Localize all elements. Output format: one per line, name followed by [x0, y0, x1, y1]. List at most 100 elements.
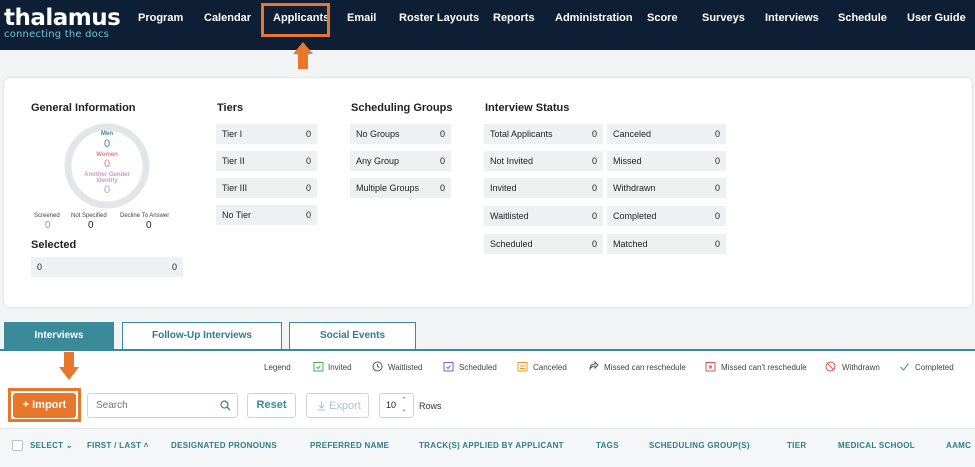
legend-invited: Invited [328, 363, 352, 372]
nav-roster-layouts[interactable]: Roster Layouts [399, 12, 479, 24]
select-all-checkbox[interactable] [12, 440, 23, 451]
status-row: Waitlisted 0 [484, 206, 603, 226]
tab-follow-up-interviews[interactable]: Follow-Up Interviews [122, 322, 282, 350]
pointer-arrow-down-stem [64, 352, 74, 368]
pointer-arrow-down [59, 367, 79, 380]
status-label: Total Applicants [490, 129, 553, 139]
header-tracks-applied[interactable]: TRACK(S) APPLIED BY APPLICANT [419, 441, 564, 450]
tab-social-events[interactable]: Social Events [289, 322, 416, 350]
scheduling-groups-title: Scheduling Groups [351, 102, 453, 114]
screened-label: Screened [34, 213, 60, 219]
header-tags[interactable]: TAGS [596, 441, 619, 450]
decline-to-answer-label: Decline To Answer [120, 213, 170, 219]
reschedule-arrow-icon [589, 361, 599, 371]
header-tier[interactable]: TIER [787, 441, 806, 450]
status-row: Matched 0 [607, 234, 726, 254]
rows-per-page-select[interactable]: 10 ⌃ ⌄ [379, 393, 414, 418]
nav-schedule[interactable]: Schedule [838, 12, 887, 24]
reset-button[interactable]: Reset [247, 393, 296, 418]
status-label: Canceled [613, 129, 652, 139]
nav-program[interactable]: Program [138, 12, 183, 24]
withdrawn-icon [825, 361, 836, 372]
status-label: Matched [613, 239, 648, 249]
status-value: 0 [714, 156, 720, 166]
header-preferred-name[interactable]: PREFERRED NAME [310, 441, 389, 450]
not-specified-value: 0 [88, 220, 94, 231]
legend-scheduled: Scheduled [459, 363, 497, 372]
status-label: Scheduled [490, 239, 533, 249]
sort-up-icon: ˄ [141, 441, 149, 450]
tier-value: 0 [305, 129, 311, 139]
search-icon[interactable] [220, 400, 231, 411]
status-value: 0 [714, 239, 720, 249]
status-row: Scheduled 0 [484, 234, 603, 254]
another-gender-value: 0 [103, 184, 111, 196]
interview-status-title: Interview Status [485, 102, 570, 114]
tab-interviews[interactable]: Interviews [4, 322, 114, 350]
legend-canceled: Canceled [533, 363, 567, 372]
nav-surveys[interactable]: Surveys [702, 12, 745, 24]
status-value: 0 [591, 129, 597, 139]
nav-score[interactable]: Score [647, 12, 678, 24]
status-row: Completed 0 [607, 206, 726, 226]
status-row: Withdrawn 0 [607, 178, 726, 198]
calendar-check-icon [313, 362, 324, 372]
selected-row: 0 0 [31, 257, 183, 277]
nav-interviews[interactable]: Interviews [765, 12, 819, 24]
scheduling-group-label: Multiple Groups [356, 183, 420, 193]
search-box [87, 393, 238, 418]
calendar-missed-icon [705, 362, 716, 372]
tier-label: No Tier [222, 210, 252, 220]
calendar-scheduled-icon [443, 362, 454, 372]
stepper-arrows-icon[interactable]: ⌃ ⌄ [401, 396, 407, 414]
tier-value: 0 [305, 210, 311, 220]
general-information-title: General Information [31, 102, 136, 114]
nav-user-guide[interactable]: User Guide [907, 12, 966, 24]
download-icon [317, 401, 326, 411]
legend-missed-cant-reschedule: Missed can't reschedule [721, 363, 807, 372]
search-input[interactable] [88, 394, 216, 417]
tier-row: No Tier 0 [216, 205, 317, 225]
brand-name: thalamus [4, 5, 121, 31]
export-label: Export [329, 400, 361, 412]
tier-row: Tier I 0 [216, 124, 317, 144]
header-first-last[interactable]: FIRST / LAST ˄ [87, 441, 149, 450]
status-value: 0 [714, 211, 720, 221]
tiers-title: Tiers [217, 102, 244, 114]
header-aamc[interactable]: AAMC [946, 441, 971, 450]
scheduling-group-row: Multiple Groups 0 [350, 178, 451, 198]
nav-reports[interactable]: Reports [493, 12, 535, 24]
nav-email[interactable]: Email [347, 12, 376, 24]
legend-missed-can-reschedule: Missed can reschedule [604, 363, 686, 372]
header-select[interactable]: SELECT ⌄ [30, 441, 73, 450]
pointer-arrow-up [293, 42, 313, 54]
header-designated-pronouns[interactable]: DESIGNATED PRONOUNS [171, 441, 277, 450]
status-value: 0 [714, 129, 720, 139]
men-value: 0 [103, 138, 111, 150]
scheduling-group-row: Any Group 0 [350, 151, 451, 171]
status-label: Completed [613, 211, 657, 221]
rows-label: Rows [419, 401, 442, 411]
thalamus-logo[interactable]: thalamus connecting the docs [4, 5, 121, 42]
legend-title: Legend [264, 363, 291, 372]
import-button[interactable]: + Import [13, 393, 76, 418]
scheduling-group-value: 0 [439, 183, 445, 193]
nav-administration[interactable]: Administration [555, 12, 633, 24]
legend-completed: Completed [915, 363, 954, 372]
applicants-highlight-box [261, 3, 330, 37]
status-label: Withdrawn [613, 183, 656, 193]
status-value: 0 [714, 183, 720, 193]
status-row: Invited 0 [484, 178, 603, 198]
export-button[interactable]: Export [306, 393, 369, 418]
tier-label: Tier II [222, 156, 245, 166]
header-scheduling-groups[interactable]: SCHEDULING GROUP(S) [649, 441, 750, 450]
status-label: Waitlisted [490, 211, 529, 221]
decline-to-answer-value: 0 [146, 220, 152, 231]
header-medical-school[interactable]: MEDICAL SCHOOL [838, 441, 915, 450]
pointer-arrow-up-stem [298, 54, 308, 69]
scheduling-group-row: No Groups 0 [350, 124, 451, 144]
nav-calendar[interactable]: Calendar [204, 12, 251, 24]
legend-withdrawn: Withdrawn [842, 363, 880, 372]
tier-row: Tier II 0 [216, 151, 317, 171]
legend-waitlisted: Waitlisted [388, 363, 423, 372]
